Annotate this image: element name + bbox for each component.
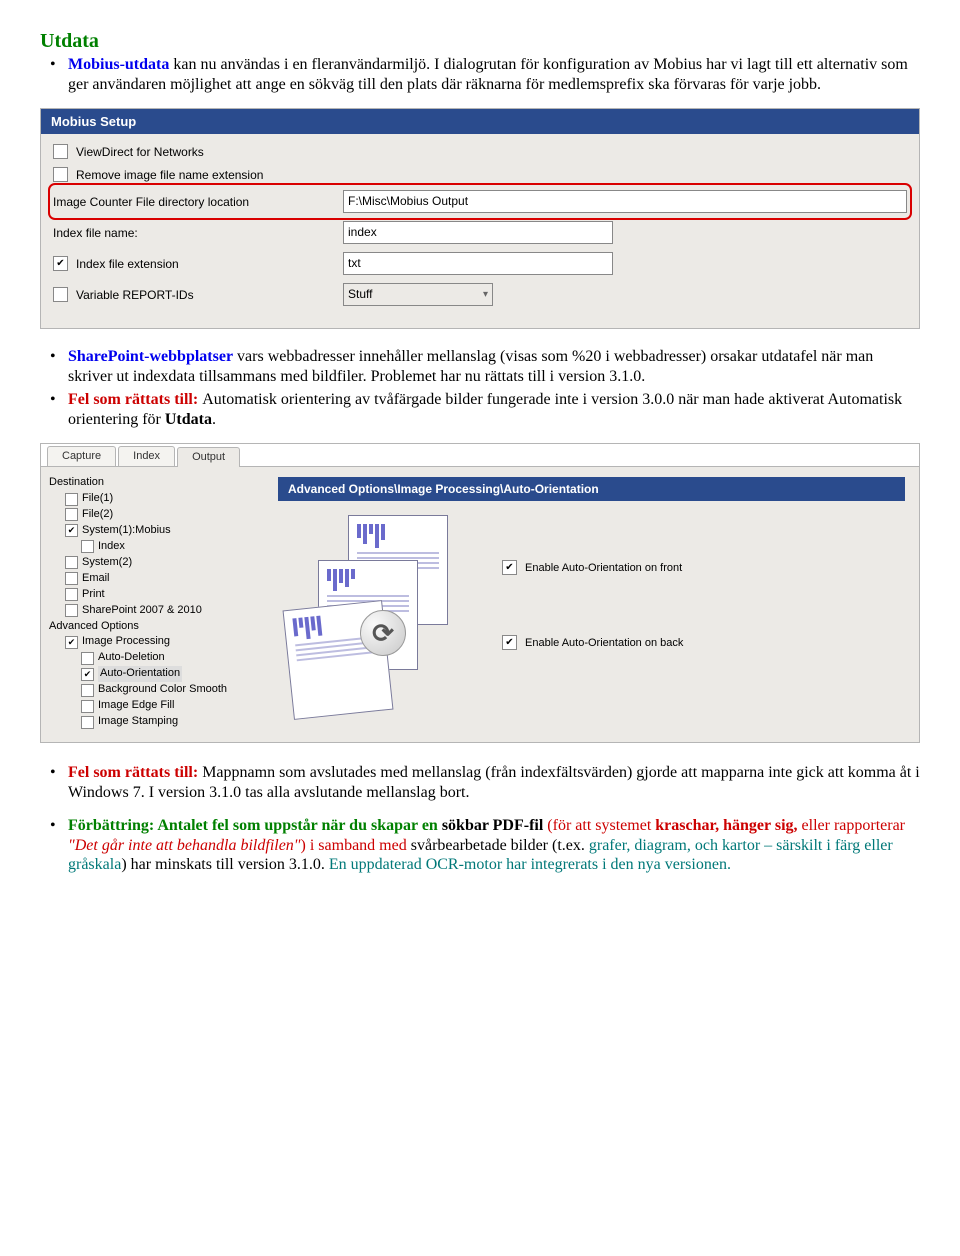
tree-auto-orientation[interactable]: ✔Auto-Orientation [49,666,264,682]
checkbox-variable-report-ids[interactable] [53,287,68,302]
fix-label: Fel som rättats till: [68,391,202,408]
tree-file1[interactable]: File(1) [49,491,264,507]
para-text: kraschar, hänger sig, [655,817,797,834]
para-text: ) har minskats till version 3.1.0. [121,856,329,873]
mobius-setup-screenshot: Mobius Setup ViewDirect for Networks Rem… [40,108,920,329]
input-counter-file-path[interactable]: F:\Misc\Mobius Output [343,190,907,213]
para-text: . [212,411,216,428]
label-remove-ext: Remove image file name extension [76,168,263,182]
para-text: kan nu användas i en fleranvändarmiljö. … [68,56,908,93]
fix-label: Fel som rättats till: [68,764,202,781]
tab-output[interactable]: Output [177,447,240,467]
checkbox-icon[interactable] [65,604,78,617]
pane-title: Advanced Options\Image Processing\Auto-O… [278,477,905,501]
checkbox-icon[interactable]: ✔ [65,636,78,649]
auto-orientation-illustration: ⟳ [288,515,478,695]
label-counter-file: Image Counter File directory location [53,195,249,209]
checkbox-icon[interactable] [65,588,78,601]
quoted-error: "Det går inte att behandla bildfilen" [68,837,301,854]
checkbox-remove-ext[interactable] [53,167,68,182]
checkbox-icon[interactable] [81,700,94,713]
right-pane: Advanced Options\Image Processing\Auto-O… [270,467,919,742]
checkbox-enable-front[interactable]: ✔ [502,560,517,575]
row-index-file-name: Index file name: index [51,217,909,248]
section-heading: Utdata [40,30,920,53]
checkbox-icon[interactable] [81,684,94,697]
tree-system1[interactable]: ✔System(1):Mobius [49,523,264,539]
row-enable-front: ✔ Enable Auto-Orientation on front [502,560,683,575]
row-viewdirect: ViewDirect for Networks [51,140,909,163]
mobius-body: ViewDirect for Networks Remove image fil… [41,134,919,328]
mobius-title-bar: Mobius Setup [41,109,919,134]
para-text: eller rapporterar [798,817,905,834]
list-item: Förbättring: Antalet fel som uppstår när… [68,816,920,875]
list-item: Mobius-utdata kan nu användas i en flera… [68,55,920,94]
term-utdata: Utdata [165,411,212,428]
input-index-file-ext[interactable]: txt [343,252,613,275]
tab-index[interactable]: Index [118,446,175,466]
checkbox-icon[interactable] [65,556,78,569]
label-variable-report-ids: Variable REPORT-IDs [76,288,194,302]
improvement-label: Förbättring: Antalet fel som uppstår när… [68,817,442,834]
checkbox-icon[interactable] [81,716,94,729]
tree-destination[interactable]: Destination [49,475,264,491]
tree-auto-deletion[interactable]: Auto-Deletion [49,650,264,666]
checkbox-icon[interactable] [65,493,78,506]
tree-image-edge-fill[interactable]: Image Edge Fill [49,698,264,714]
checkbox-icon[interactable] [81,652,94,665]
tree-file2[interactable]: File(2) [49,507,264,523]
label-index-file-name: Index file name: [53,226,138,240]
term-mobius-utdata: Mobius-utdata [68,56,169,73]
output-settings-screenshot: Capture Index Output Destination File(1)… [40,443,920,743]
rotate-icon: ⟳ [360,610,406,656]
row-index-file-ext: ✔ Index file extension txt [51,248,909,279]
label-enable-front: Enable Auto-Orientation on front [525,562,682,574]
checkbox-icon[interactable] [65,508,78,521]
checkbox-icon[interactable]: ✔ [65,524,78,537]
tree-print[interactable]: Print [49,587,264,603]
checkbox-icon[interactable] [81,540,94,553]
tab-capture[interactable]: Capture [47,446,116,466]
tree-image-stamping[interactable]: Image Stamping [49,714,264,730]
tree-advanced-options[interactable]: Advanced Options [49,619,264,635]
checkbox-viewdirect[interactable] [53,144,68,159]
row-remove-ext: Remove image file name extension [51,163,909,186]
label-index-file-ext: Index file extension [76,257,179,271]
ocr-note: En uppdaterad OCR-motor har integrerats … [329,856,731,873]
checkbox-index-file-ext[interactable]: ✔ [53,256,68,271]
checkbox-icon[interactable]: ✔ [81,668,94,681]
tree-system2[interactable]: System(2) [49,555,264,571]
tree-image-processing[interactable]: ✔Image Processing [49,634,264,650]
term-searchable-pdf: sökbar PDF-fil [442,817,543,834]
tree-bg-color-smooth[interactable]: Background Color Smooth [49,682,264,698]
row-counter-file-location: Image Counter File directory location F:… [51,186,909,217]
tree-email[interactable]: Email [49,571,264,587]
para-text: ) i samband med [301,837,411,854]
destination-tree: Destination File(1) File(2) ✔System(1):M… [41,467,270,742]
para-text: svårbearbetade bilder (t.ex. [411,837,589,854]
checkbox-enable-back[interactable]: ✔ [502,635,517,650]
checkbox-icon[interactable] [65,572,78,585]
select-variable-report-ids[interactable]: Stuff [343,283,493,306]
input-index-file-name[interactable]: index [343,221,613,244]
list-item: Fel som rättats till: Mappnamn som avslu… [68,763,920,802]
label-viewdirect: ViewDirect for Networks [76,145,204,159]
list-item: Fel som rättats till: Automatisk oriente… [68,390,920,429]
label-enable-back: Enable Auto-Orientation on back [525,637,683,649]
term-sharepoint: SharePoint-webbplatser [68,348,233,365]
tree-sharepoint[interactable]: SharePoint 2007 & 2010 [49,603,264,619]
tree-system1-index[interactable]: Index [49,539,264,555]
row-variable-report-ids: Variable REPORT-IDs Stuff [51,279,909,310]
tab-strip: Capture Index Output [41,444,919,467]
para-text: (för att systemet [543,817,655,834]
list-item: SharePoint-webbplatser vars webbadresser… [68,347,920,386]
row-enable-back: ✔ Enable Auto-Orientation on back [502,635,683,650]
